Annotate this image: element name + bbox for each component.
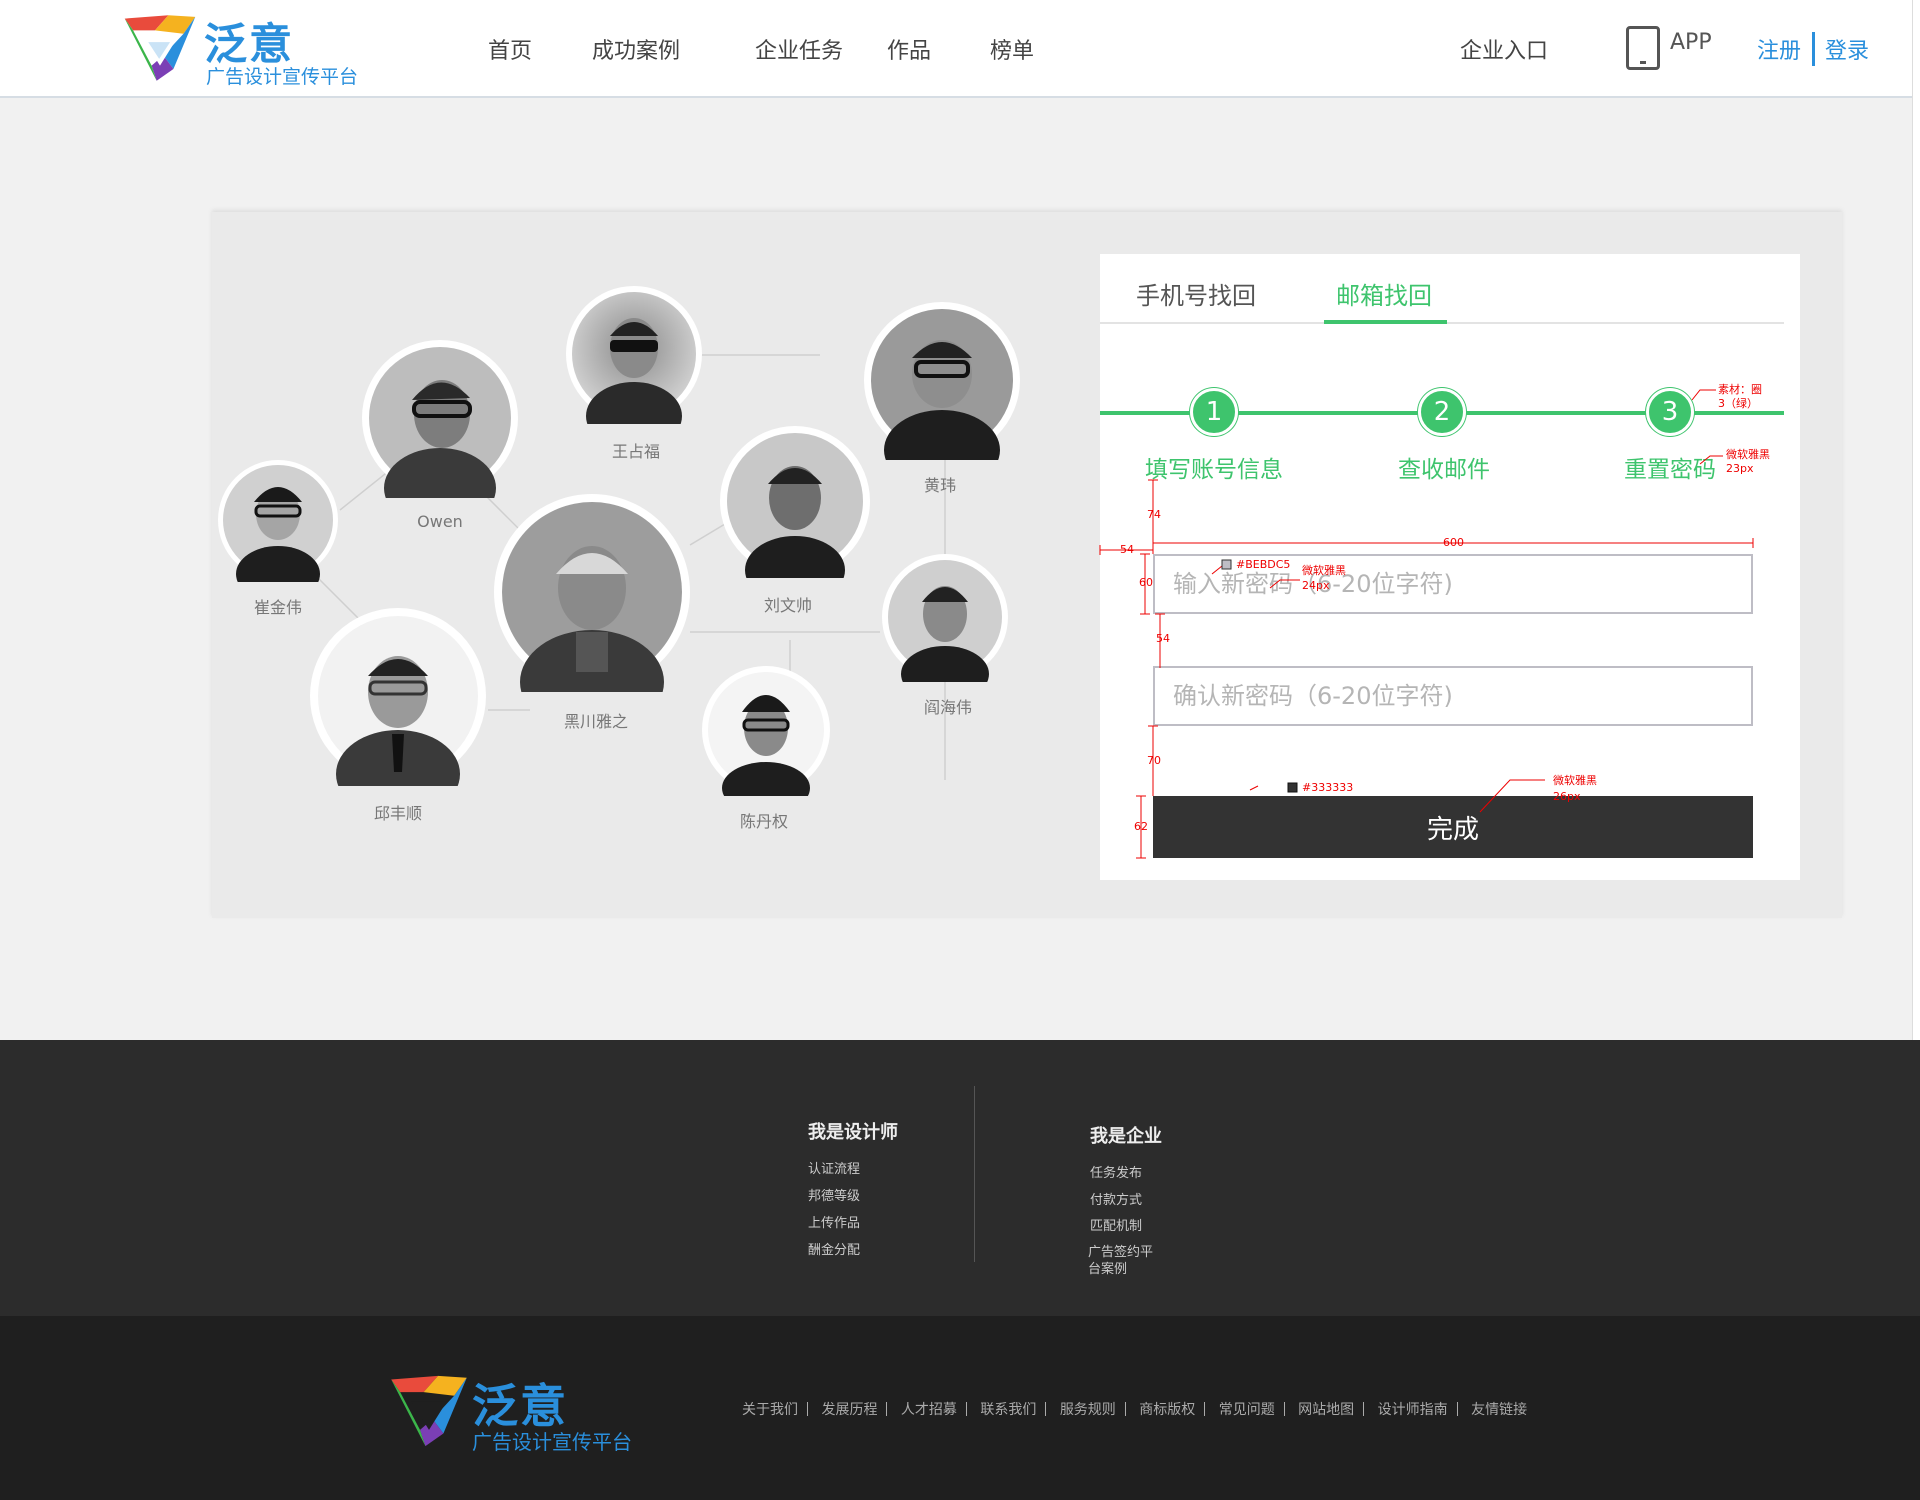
footer-logo[interactable]: 泛意 广告设计宣传平台 xyxy=(384,1370,654,1460)
designer-name: 黑川雅之 xyxy=(563,712,628,731)
anno-color-border: #BEBDC5 xyxy=(1236,558,1291,571)
footer-enterprise-title: 我是企业 xyxy=(1090,1126,1162,1147)
step-circle-3: 3 xyxy=(1646,388,1694,436)
footer-designer-title: 我是设计师 xyxy=(808,1122,898,1143)
avatar-liu-wenshuai[interactable] xyxy=(718,424,872,578)
step-label-1: 填写账号信息 xyxy=(1145,457,1283,483)
anno-font-size-1: 23px xyxy=(1726,462,1754,475)
footer-faq-link[interactable]: 常见问题 xyxy=(1219,1402,1275,1418)
avatar-wang-zhanfu[interactable] xyxy=(564,284,704,424)
link-separator xyxy=(807,1402,808,1416)
tab-phone-recovery[interactable]: 手机号找回 xyxy=(1136,276,1256,311)
designer-name: 刘文帅 xyxy=(763,596,812,615)
anno-gap-54: 54 xyxy=(1156,632,1170,645)
footer-rules-link[interactable]: 服务规则 xyxy=(1060,1402,1116,1418)
link-separator xyxy=(886,1402,888,1416)
anno-font-size-2: 24px xyxy=(1302,579,1330,592)
designer-name: 黄玮 xyxy=(923,476,956,495)
designer-name: 邱丰顺 xyxy=(373,804,422,823)
link-separator xyxy=(1363,1402,1365,1416)
anno-height-60: 60 xyxy=(1139,576,1153,589)
link-separator xyxy=(1045,1402,1047,1416)
anno-gap-70: 70 xyxy=(1147,754,1161,767)
footer-link[interactable]: 邦德等级 xyxy=(808,1185,860,1204)
avatar-qiu-fengshun[interactable] xyxy=(308,606,488,786)
avatar-cui-jinwei[interactable] xyxy=(216,458,340,582)
step-circle-1: 1 xyxy=(1190,388,1238,436)
footer-sitemap-link[interactable]: 网站地图 xyxy=(1298,1402,1354,1418)
footer-designer-guide-link[interactable]: 设计师指南 xyxy=(1378,1402,1448,1418)
anno-font-2: 微软雅黑 xyxy=(1302,564,1346,577)
anno-font-1: 微软雅黑 xyxy=(1726,448,1770,461)
designer-name: Owen xyxy=(417,512,463,531)
link-separator xyxy=(1124,1402,1126,1416)
logo-slogan: 广告设计宣传平台 xyxy=(472,1430,632,1454)
designer-name: 阎海伟 xyxy=(923,698,972,717)
anno-font-3: 微软雅黑 xyxy=(1553,774,1597,787)
anno-left-gap: 54 xyxy=(1120,543,1134,556)
footer-link[interactable]: 酬金分配 xyxy=(808,1239,860,1258)
confirm-password-input[interactable] xyxy=(1153,666,1753,726)
footer-contact-link[interactable]: 联系我们 xyxy=(980,1402,1036,1418)
anno-width: 600 xyxy=(1443,536,1464,549)
anno-material: 素材：圈 xyxy=(1718,383,1762,396)
footer-link[interactable]: 任务发布 xyxy=(1090,1162,1142,1181)
designer-name: 王占福 xyxy=(611,442,660,461)
anno-gap-74: 74 xyxy=(1147,508,1161,521)
footer-trademark-link[interactable]: 商标版权 xyxy=(1139,1402,1195,1418)
anno-material-sub: 3（绿） xyxy=(1718,397,1758,410)
footer-divider xyxy=(974,1086,975,1262)
footer-friend-links[interactable]: 友情链接 xyxy=(1471,1402,1527,1418)
step-label-2: 查收邮件 xyxy=(1398,457,1490,483)
complete-button[interactable]: 完成 xyxy=(1153,796,1753,858)
footer-link[interactable]: 认证流程 xyxy=(808,1158,860,1177)
avatar-huang-wei[interactable] xyxy=(862,300,1022,460)
avatar-yan-haiwei[interactable] xyxy=(880,552,1010,682)
link-separator xyxy=(1456,1402,1458,1416)
link-separator xyxy=(1204,1402,1206,1416)
footer-careers-link[interactable]: 人才招募 xyxy=(901,1402,957,1418)
footer-link[interactable]: 上传作品 xyxy=(808,1212,860,1231)
step-circle-2: 2 xyxy=(1418,388,1466,436)
avatar-owen[interactable] xyxy=(360,338,520,498)
footer-link[interactable]: 付款方式 xyxy=(1090,1189,1142,1208)
anno-color-button: #333333 xyxy=(1302,781,1354,794)
designer-name: 崔金伟 xyxy=(253,598,302,617)
footer-about-link[interactable]: 关于我们 xyxy=(742,1402,798,1418)
anno-height-62: 62 xyxy=(1134,820,1148,833)
footer-links-area xyxy=(0,1040,1920,1316)
tab-email-recovery[interactable]: 邮箱找回 xyxy=(1336,276,1432,311)
avatar-kurokawa-masayuki[interactable] xyxy=(492,492,692,692)
footer-link[interactable]: 匹配机制 xyxy=(1090,1215,1142,1234)
designer-name: 陈丹权 xyxy=(739,812,788,831)
logo-mark-icon xyxy=(391,1375,467,1447)
avatar-chen-danquan[interactable] xyxy=(700,664,832,796)
footer-history-link[interactable]: 发展历程 xyxy=(821,1402,877,1418)
footer-bottom-links: 关于我们 发展历程 人才招募 联系我们 服务规则 商标版权 常见问题 网站地图 … xyxy=(742,1399,1527,1419)
tab-active-indicator xyxy=(1324,320,1447,324)
link-separator xyxy=(1283,1402,1285,1416)
password-recovery-panel: 手机号找回 邮箱找回 1 2 3 填写账号信息 查收邮件 重置密码 完成 xyxy=(1100,254,1800,880)
anno-font-size-3: 26px xyxy=(1553,790,1581,803)
link-separator xyxy=(965,1402,967,1416)
footer-link[interactable]: 广告签约平台案例 xyxy=(1088,1244,1158,1278)
